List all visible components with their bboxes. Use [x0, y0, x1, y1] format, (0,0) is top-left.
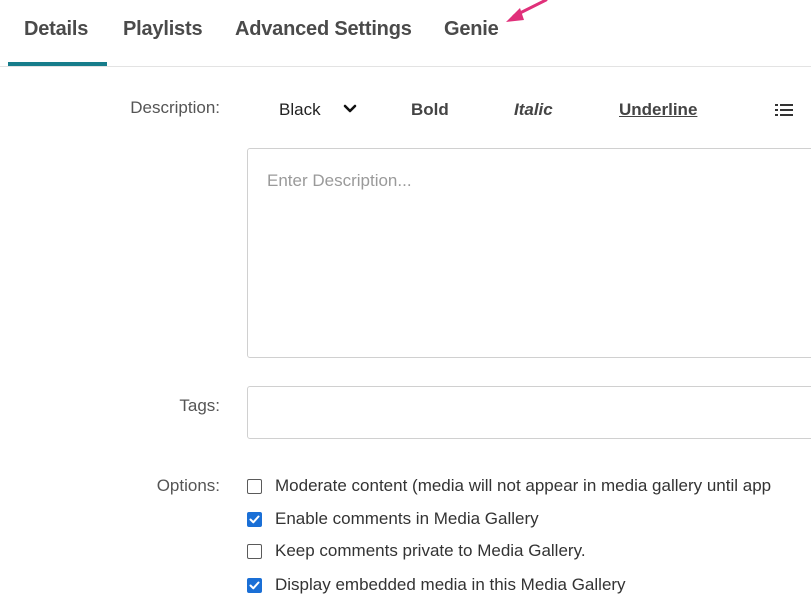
checkbox-checked[interactable]	[247, 578, 262, 593]
tags-input[interactable]	[247, 386, 811, 439]
annotation-arrow-icon	[506, 0, 548, 22]
chevron-down-icon[interactable]	[343, 104, 357, 114]
description-textarea[interactable]	[247, 148, 811, 358]
option-label: Keep comments private to Media Gallery.	[275, 541, 586, 560]
option-label: Enable comments in Media Gallery	[275, 509, 539, 528]
tab-playlists[interactable]: Playlists	[123, 18, 203, 41]
tags-label: Tags:	[179, 396, 220, 415]
option-label: Moderate content (media will not appear …	[275, 476, 772, 495]
tab-details[interactable]: Details	[24, 18, 88, 41]
tab-bar: Details Playlists Advanced Settings Geni…	[0, 0, 811, 67]
options-label: Options:	[156, 476, 220, 495]
tab-advanced-settings[interactable]: Advanced Settings	[235, 18, 412, 41]
bold-button[interactable]: Bold	[411, 100, 449, 120]
description-label: Description:	[130, 98, 220, 117]
underline-button[interactable]: Underline	[619, 100, 697, 120]
font-color-select[interactable]: Black	[279, 100, 321, 120]
checkmark-icon	[249, 515, 260, 524]
option-label: Display embedded media in this Media Gal…	[275, 575, 626, 594]
active-tab-indicator	[8, 62, 107, 66]
tab-genie[interactable]: Genie	[444, 18, 499, 41]
checkbox-unchecked[interactable]	[247, 479, 262, 494]
checkmark-icon	[249, 581, 260, 590]
list-icon[interactable]	[775, 103, 793, 117]
checkbox-checked[interactable]	[247, 512, 262, 527]
checkbox-unchecked[interactable]	[247, 544, 262, 559]
italic-button[interactable]: Italic	[514, 100, 553, 120]
